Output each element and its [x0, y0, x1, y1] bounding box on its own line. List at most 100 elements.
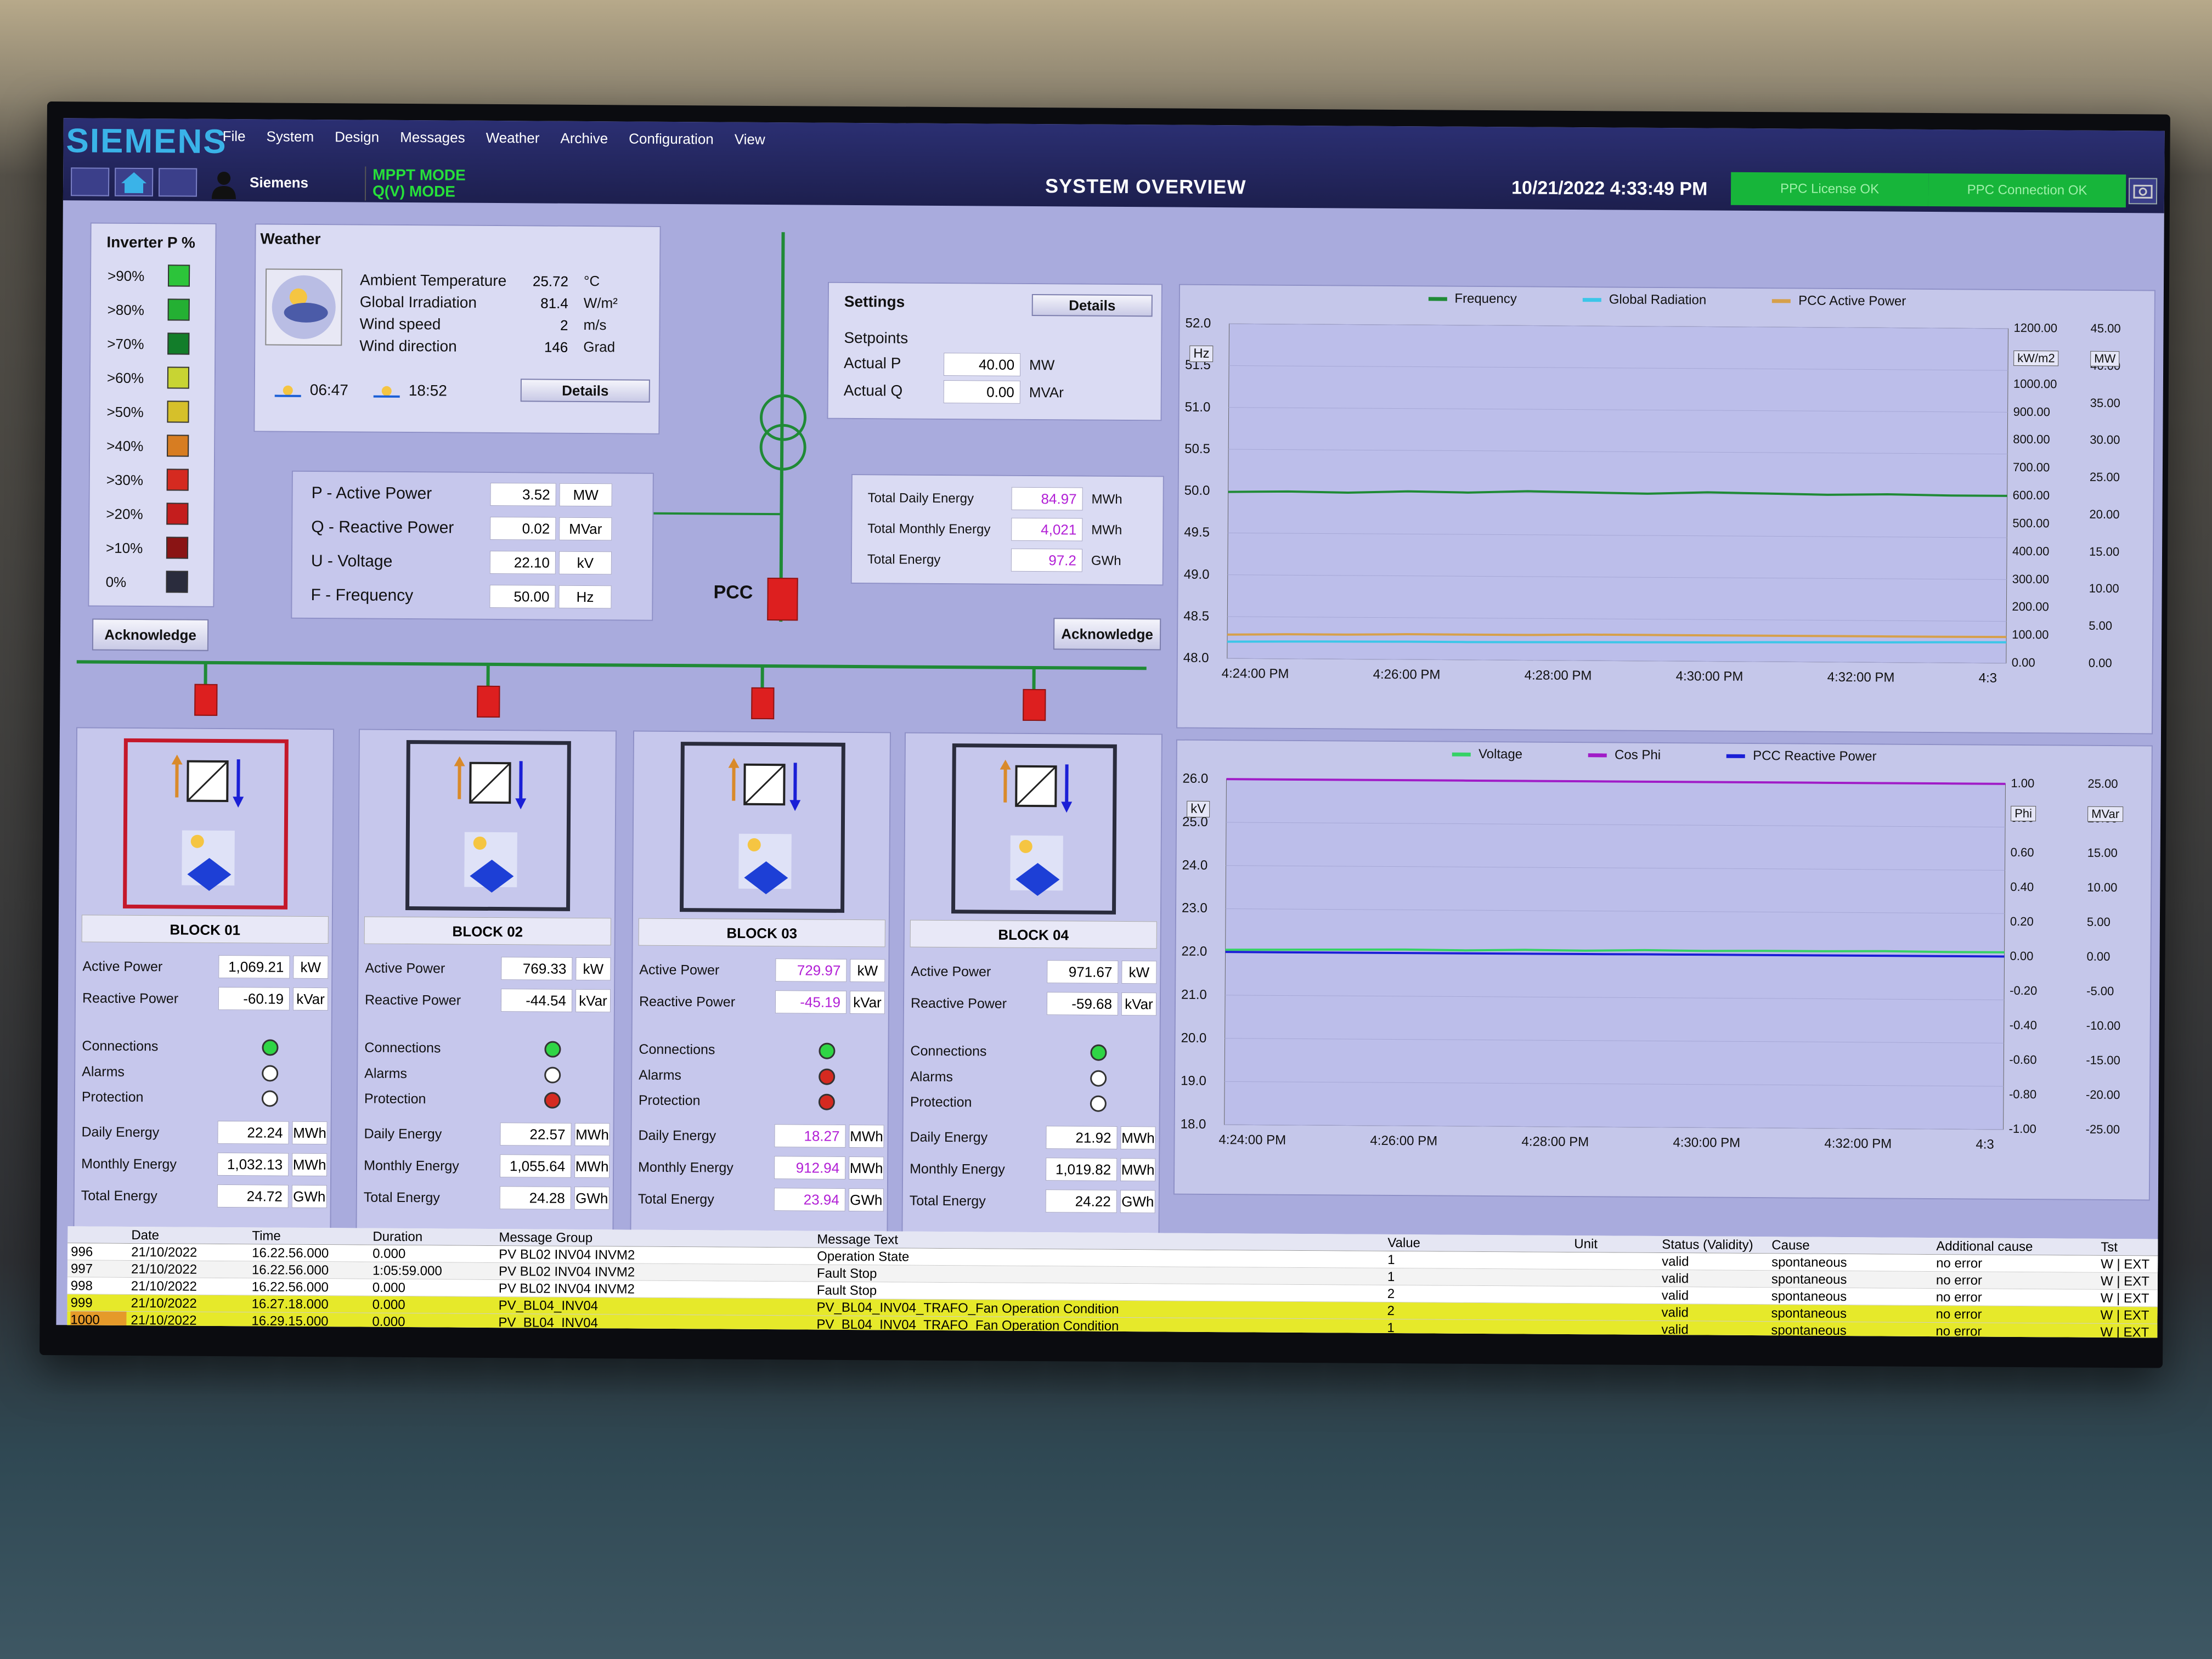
menu-configuration[interactable]: Configuration — [629, 130, 714, 148]
table-header-cell[interactable]: Time — [252, 1227, 369, 1245]
y-mid-tick: 900.00 — [2013, 404, 2050, 419]
table-header-cell[interactable]: Additional cause — [1936, 1238, 2097, 1256]
y-mid-tick: 500.00 — [2012, 516, 2050, 531]
menu-file[interactable]: File — [223, 128, 246, 145]
table-header-cell[interactable]: Tst — [2101, 1239, 2163, 1256]
block-status-label: Alarms — [910, 1069, 953, 1085]
block-energy-label: Daily Energy — [81, 1124, 160, 1141]
table-header-cell[interactable]: Cause — [1771, 1237, 1933, 1255]
block-power-unit: kVar — [575, 989, 611, 1013]
menu-system[interactable]: System — [266, 128, 314, 145]
legend-swatch — [166, 469, 189, 491]
menu-design[interactable]: Design — [335, 128, 379, 145]
menu-archive[interactable]: Archive — [560, 130, 608, 148]
energy-value: 97.2 — [1011, 548, 1083, 572]
energy-value: 4,021 — [1011, 517, 1083, 541]
monitor-bezel: SIEMENS File System Design Messages Weat… — [40, 101, 2170, 1368]
block-energy-value: 22.57 — [500, 1122, 572, 1146]
chart-plot — [1224, 778, 2006, 1130]
block-energy-value: 1,032.13 — [217, 1152, 289, 1176]
table-cell-status: valid — [1661, 1288, 1689, 1304]
acknowledge-button-right[interactable]: Acknowledge — [1053, 618, 1161, 651]
settings-rows: Actual P 40.00 MW Actual Q 0.00 MVAr — [829, 283, 1161, 404]
y-mid-unit: kW/m2 — [2013, 350, 2059, 366]
block-card[interactable]: BLOCK 01 Active Power 1,069.21 kW Reactive P… — [73, 727, 335, 1234]
y-left-tick: 48.0 — [1183, 650, 1209, 665]
weather-details-button[interactable]: Details — [520, 379, 650, 403]
block-card[interactable]: BLOCK 04 Active Power 971.67 kW Reactive Pow… — [901, 732, 1163, 1239]
status-indicator — [544, 1092, 561, 1109]
menu-messages[interactable]: Messages — [400, 129, 465, 146]
table-cell-time: 16.29.15.000 — [251, 1313, 329, 1329]
block-breaker[interactable] — [477, 685, 500, 718]
table-cell-time: 16.22.56.000 — [251, 1279, 329, 1295]
block-status-label: Protection — [364, 1091, 426, 1107]
menu-weather[interactable]: Weather — [486, 129, 540, 147]
block-energy-label: Total Energy — [363, 1189, 440, 1206]
x-tick: 4:24:00 PM — [1218, 1132, 1286, 1148]
nav-back-button[interactable] — [70, 167, 110, 196]
table-header-cell[interactable]: Date — [131, 1227, 249, 1244]
status-indicator — [544, 1041, 561, 1058]
y-right-tick: -15.00 — [2086, 1053, 2120, 1068]
legend-swatch — [166, 503, 189, 525]
x-tick: 4:32:00 PM — [1824, 1136, 1892, 1152]
block-breaker[interactable] — [1023, 689, 1046, 721]
y-left-tick: 49.0 — [1183, 567, 1210, 582]
setting-value: 40.00 — [943, 352, 1021, 376]
table-header-cell[interactable]: Unit — [1574, 1235, 1658, 1253]
energy-value: 84.97 — [1011, 487, 1083, 511]
block-breaker[interactable] — [194, 684, 218, 716]
y-left-tick: 26.0 — [1182, 771, 1209, 786]
block-energy-unit: MWh — [1120, 1126, 1156, 1150]
y-mid-unit: Phi — [2011, 805, 2036, 822]
table-header-cell[interactable]: Duration — [373, 1228, 495, 1246]
weather-row-value: 25.72 — [532, 273, 569, 290]
menu-bar: File System Design Messages Weather Arch… — [223, 128, 765, 148]
settings-details-button[interactable]: Details — [1031, 294, 1153, 317]
block-status-label: Alarms — [639, 1067, 682, 1084]
home-button[interactable] — [114, 167, 154, 197]
block-status-label: Alarms — [364, 1065, 408, 1082]
block-breaker[interactable] — [751, 687, 775, 720]
user-icon — [211, 171, 236, 200]
alarm-message-table: Date Time Duration Message Group Message Tex… — [67, 1226, 2164, 1338]
y-left-tick: 23.0 — [1181, 900, 1207, 916]
legend-label: >20% — [106, 505, 143, 523]
menu-view[interactable]: View — [735, 131, 765, 148]
block-energy-label: Daily Energy — [638, 1127, 716, 1144]
block-status-label: Connections — [639, 1041, 715, 1058]
y-left-tick: 50.0 — [1184, 483, 1210, 498]
block-power-label: Active Power — [639, 962, 720, 978]
table-cell-add: no error — [1936, 1273, 1983, 1288]
nav-forward-button[interactable] — [158, 168, 198, 197]
weather-panel: Weather Ambient Temperature 25.72 °C Global… — [253, 223, 661, 435]
legend-label: >10% — [105, 539, 143, 557]
table-header-cell[interactable]: Status (Validity) — [1662, 1236, 1768, 1254]
legend-label: >70% — [107, 335, 144, 353]
x-tick: 4:3 — [1976, 1137, 1994, 1152]
table-cell-group: PV BL02 INV04 INVM2 — [498, 1281, 635, 1297]
table-cell-date: 21/10/2022 — [131, 1295, 197, 1311]
weather-row-unit: °C — [583, 272, 600, 290]
weather-row-label: Wind direction — [359, 337, 457, 355]
y-right-tick: -20.00 — [2085, 1087, 2120, 1102]
block-card[interactable]: BLOCK 03 Active Power 729.97 kW Reactive Pow… — [630, 730, 891, 1237]
pcc-breaker[interactable] — [767, 578, 798, 621]
y-left-tick: 50.5 — [1184, 441, 1210, 456]
block-energy-label: Monthly Energy — [81, 1156, 177, 1172]
inverter-pv-icon — [171, 754, 244, 891]
camera-button[interactable] — [2128, 178, 2158, 205]
block-card[interactable]: BLOCK 02 Active Power 769.33 kW Reactive Pow… — [356, 729, 617, 1235]
table-header-cell[interactable]: Value — [1387, 1234, 1571, 1252]
top-bar: SIEMENS File System Design Messages Weat… — [63, 118, 2165, 213]
table-cell-value: 2 — [1387, 1303, 1395, 1319]
legend-label: >60% — [106, 369, 144, 387]
status-indicator — [1090, 1070, 1107, 1087]
table-header-cell[interactable]: Message Group — [499, 1229, 814, 1248]
table-cell-value: 1 — [1387, 1320, 1395, 1336]
pcc-row-value: 22.10 — [489, 550, 556, 574]
setting-label: Actual Q — [843, 381, 903, 399]
acknowledge-button-left[interactable]: Acknowledge — [92, 618, 209, 651]
setpoints-label: Setpoints — [844, 329, 909, 347]
